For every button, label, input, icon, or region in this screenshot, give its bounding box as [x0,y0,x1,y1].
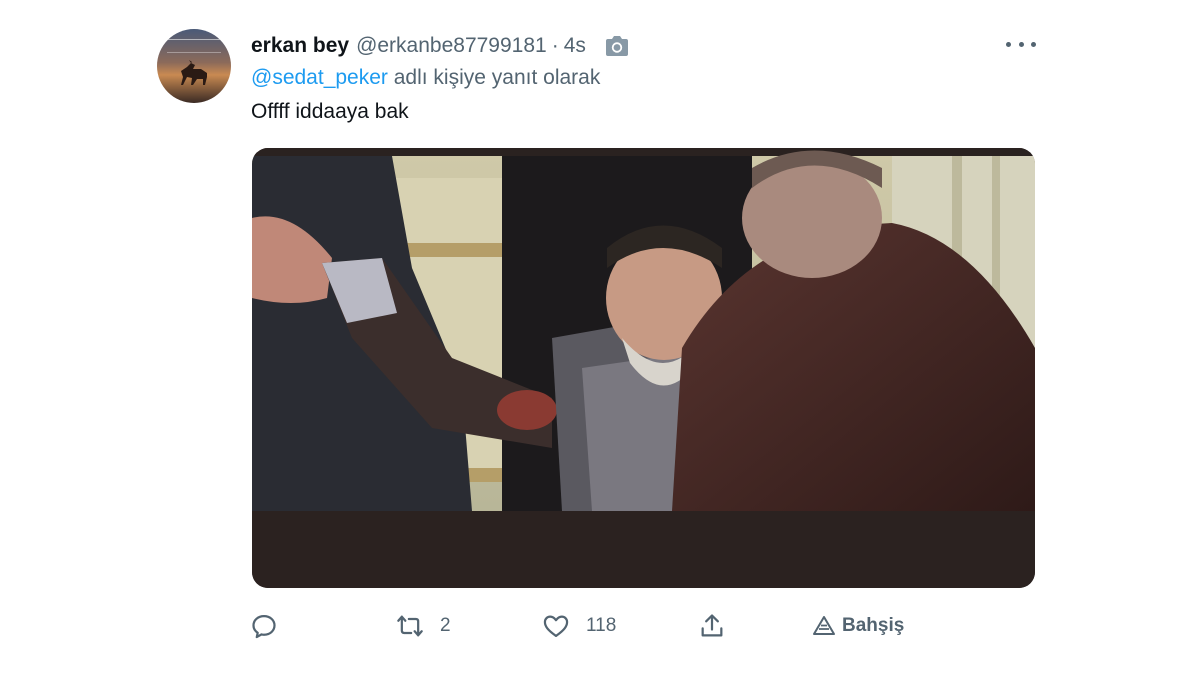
reply-context: @sedat_peker adlı kişiye yanıt olarak [251,66,600,96]
mention-link[interactable]: @sedat_peker [251,66,388,89]
retweet-button[interactable]: 2 [396,606,451,646]
separator-dot: · [551,34,559,57]
tip-button[interactable]: Bahşiş [812,606,904,646]
retweet-icon [397,615,423,637]
share-icon [701,614,723,637]
share-button[interactable] [698,606,726,646]
tweet-media[interactable] [252,148,1035,588]
tweet-text: Offff iddaaya bak [251,100,409,123]
reply-button[interactable] [250,606,294,646]
tip-label: Bahşiş [842,615,905,636]
reply-icon [252,614,276,639]
like-button[interactable]: 118 [542,606,616,646]
horse-image [181,60,207,85]
timestamp[interactable]: 4s [564,34,586,58]
media-photo [252,148,1035,588]
tweet-actions: 2 118 Bahşiş [250,606,950,646]
reply-context-label: adlı kişiye yanıt olarak [387,66,601,89]
heart-icon [543,615,569,638]
retweet-count: 2 [440,615,451,636]
tweet: erkan bey @erkanbe87799181 · 4s @sedat_p… [0,0,1200,675]
more-icon[interactable] [1006,37,1036,51]
like-count: 118 [586,615,617,636]
user-handle[interactable]: @erkanbe87799181 [356,34,547,58]
avatar[interactable] [157,29,231,103]
avatar-overlay-lines [167,39,221,53]
display-name[interactable]: erkan bey [251,34,349,58]
camera-icon [605,36,628,56]
tweet-header: erkan bey @erkanbe87799181 · 4s [251,31,630,61]
tip-icon [813,616,835,635]
